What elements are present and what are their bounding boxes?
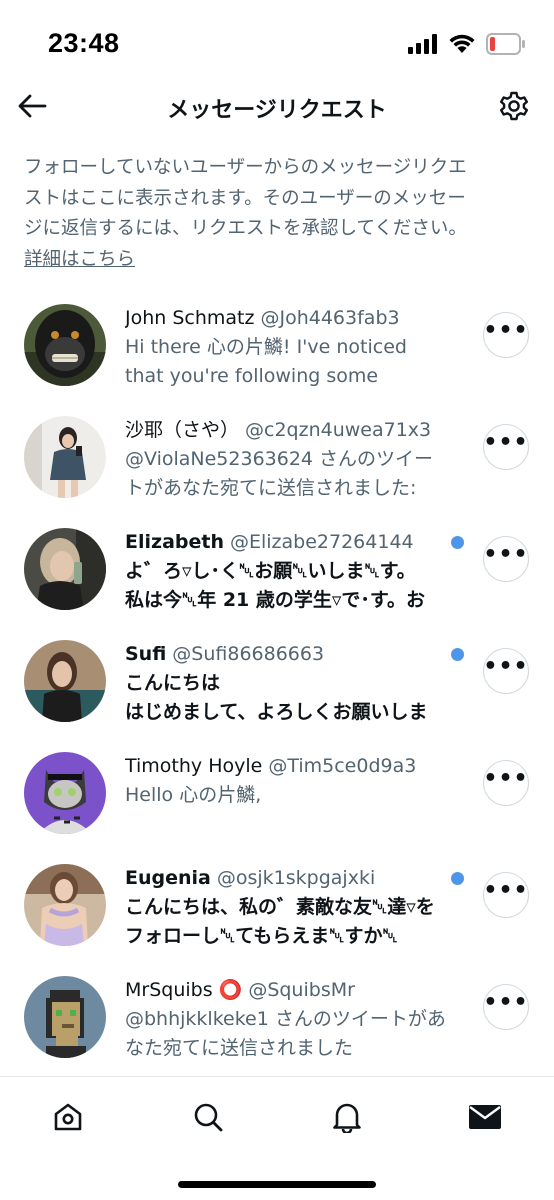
- signal-icon: [408, 34, 437, 54]
- unread-indicator: [451, 536, 464, 549]
- unread-indicator: [451, 648, 464, 661]
- message-preview: Hi there 心の片鱗! I've noticed: [125, 336, 407, 358]
- avatar[interactable]: [24, 864, 106, 946]
- nav-home[interactable]: [48, 1097, 88, 1137]
- request-text: Elizabeth @Elizabe27264144 よ゛ろ▿し･く␀お願␀いしま…: [125, 528, 455, 615]
- display-name: Elizabeth: [125, 531, 224, 553]
- nav-messages[interactable]: [465, 1097, 505, 1137]
- request-row-saya[interactable]: 沙耶（さや） @c2qzn4uwea71x3 @ViolaNe52363624 さ…: [0, 402, 554, 514]
- home-icon: [54, 1103, 82, 1131]
- more-icon: •••: [483, 654, 529, 679]
- bell-icon: [333, 1103, 361, 1133]
- status-bar: 23:48: [0, 0, 554, 80]
- message-preview: こんにちは: [125, 672, 221, 694]
- request-text: John Schmatz @Joh4463fab3 Hi there 心の片鱗! …: [125, 304, 455, 391]
- request-row-sufi[interactable]: Sufi @Sufi86686663 こんにちは はじめまして、よろしくお願いしま…: [0, 626, 554, 738]
- request-description: フォローしていないユーザーからのメッセージリクエ ストはここに表示されます。その…: [24, 153, 534, 275]
- more-icon: •••: [483, 766, 529, 791]
- display-name: Sufi: [125, 643, 167, 665]
- display-name: 沙耶（さや）: [125, 419, 240, 441]
- battery-icon: [486, 33, 525, 55]
- more-options-button[interactable]: •••: [483, 648, 529, 694]
- display-name: Timothy Hoyle: [125, 755, 263, 777]
- more-icon: •••: [483, 318, 529, 343]
- more-icon: •••: [483, 542, 529, 567]
- nav-search[interactable]: [188, 1097, 228, 1137]
- request-text: Timothy Hoyle @Tim5ce0d9a3 Hello 心の片鱗,: [125, 752, 455, 810]
- description-line: ジに返信するには、リクエストを承認してください。: [24, 218, 467, 239]
- row-head: Sufi @Sufi86686663: [125, 640, 455, 669]
- avatar[interactable]: [24, 976, 106, 1058]
- request-text: MrSquibs ⭕ @SquibsMr @bhhjkklkeke1 さんのツイー…: [125, 976, 455, 1063]
- row-head: Elizabeth @Elizabe27264144: [125, 528, 455, 557]
- request-row-timothy-hoyle[interactable]: Timothy Hoyle @Tim5ce0d9a3 Hello 心の片鱗, ••…: [0, 738, 554, 850]
- row-head: John Schmatz @Joh4463fab3: [125, 304, 455, 333]
- display-name: John Schmatz: [125, 307, 255, 329]
- avatar[interactable]: [24, 528, 106, 610]
- page-title: メッセージリクエスト: [167, 98, 387, 123]
- request-row-john-schmatz[interactable]: John Schmatz @Joh4463fab3 Hi there 心の片鱗! …: [0, 290, 554, 402]
- more-icon: •••: [483, 990, 529, 1015]
- handle: @Tim5ce0d9a3: [268, 755, 417, 777]
- handle: @osjk1skpgajxki: [216, 867, 376, 889]
- learn-more-link[interactable]: 詳細はこちら: [24, 245, 135, 276]
- handle: @Joh4463fab3: [260, 307, 400, 329]
- avatar[interactable]: [24, 640, 106, 722]
- message-preview: フォローし␀てもらえま␀すか␀: [125, 925, 398, 947]
- message-preview: @ViolaNe52363624 さんのツイー: [125, 448, 434, 470]
- more-options-button[interactable]: •••: [483, 424, 529, 470]
- message-preview: なた宛てに送信されました: [125, 1037, 354, 1059]
- row-head: Timothy Hoyle @Tim5ce0d9a3: [125, 752, 455, 781]
- display-name: MrSquibs ⭕: [125, 979, 243, 1001]
- avatar[interactable]: [24, 752, 106, 834]
- more-options-button[interactable]: •••: [483, 536, 529, 582]
- row-head: Eugenia @osjk1skpgajxki: [125, 864, 455, 893]
- unread-indicator: [451, 872, 464, 885]
- request-row-elizabeth[interactable]: Elizabeth @Elizabe27264144 よ゛ろ▿し･く␀お願␀いしま…: [0, 514, 554, 626]
- handle: @SquibsMr: [248, 979, 355, 1001]
- message-preview: @bhhjkklkeke1 さんのツイートがあ: [125, 1008, 446, 1030]
- description-line: ストはここに表示されます。そのユーザーのメッセー: [24, 187, 466, 209]
- description-line: フォローしていないユーザーからのメッセージリクエ: [24, 157, 467, 178]
- request-text: Eugenia @osjk1skpgajxki こんにちは、私の゛素敵な友␀達▿を…: [125, 864, 455, 951]
- settings-button[interactable]: [496, 88, 532, 124]
- request-text: Sufi @Sufi86686663 こんにちは はじめまして、よろしくお願いしま: [125, 640, 455, 727]
- message-preview: トがあなた宛てに送信されました:: [125, 477, 417, 499]
- mail-icon: [469, 1105, 501, 1129]
- status-time: 23:48: [48, 28, 120, 58]
- bottom-nav: [0, 1076, 554, 1200]
- handle: @Elizabe27264144: [229, 531, 414, 553]
- more-options-button[interactable]: •••: [483, 760, 529, 806]
- message-preview: 私は今␀年 21 歳の学生▿で･す。お: [125, 589, 426, 611]
- more-options-button[interactable]: •••: [483, 312, 529, 358]
- message-preview: that you're following some: [125, 365, 379, 387]
- avatar[interactable]: [24, 416, 106, 498]
- more-options-button[interactable]: •••: [483, 984, 529, 1030]
- header: メッセージリクエスト: [0, 80, 554, 136]
- request-row-mrsquibs[interactable]: MrSquibs ⭕ @SquibsMr @bhhjkklkeke1 さんのツイー…: [0, 962, 554, 1074]
- row-head: MrSquibs ⭕ @SquibsMr: [125, 976, 455, 1005]
- handle: @c2qzn4uwea71x3: [245, 419, 432, 441]
- message-preview: こんにちは、私の゛素敵な友␀達▿を: [125, 896, 435, 918]
- avatar[interactable]: [24, 304, 106, 386]
- request-row-eugenia[interactable]: Eugenia @osjk1skpgajxki こんにちは、私の゛素敵な友␀達▿を…: [0, 850, 554, 962]
- message-preview: よ゛ろ▿し･く␀お願␀いしま␀す。: [125, 560, 416, 582]
- handle: @Sufi86686663: [172, 643, 325, 665]
- message-preview: はじめまして、よろしくお願いしま: [125, 701, 428, 723]
- request-list: John Schmatz @Joh4463fab3 Hi there 心の片鱗! …: [0, 290, 554, 1074]
- more-icon: •••: [483, 878, 529, 903]
- row-head: 沙耶（さや） @c2qzn4uwea71x3: [125, 416, 455, 445]
- status-icons: [408, 33, 526, 55]
- more-icon: •••: [483, 430, 529, 455]
- gear-icon: [500, 91, 528, 121]
- display-name: Eugenia: [125, 867, 211, 889]
- message-preview: Hello 心の片鱗,: [125, 784, 262, 806]
- wifi-icon: [449, 34, 475, 53]
- request-text: 沙耶（さや） @c2qzn4uwea71x3 @ViolaNe52363624 さ…: [125, 416, 455, 503]
- search-icon: [194, 1103, 223, 1132]
- nav-notifications[interactable]: [327, 1097, 367, 1137]
- home-indicator: [178, 1181, 376, 1188]
- more-options-button[interactable]: •••: [483, 872, 529, 918]
